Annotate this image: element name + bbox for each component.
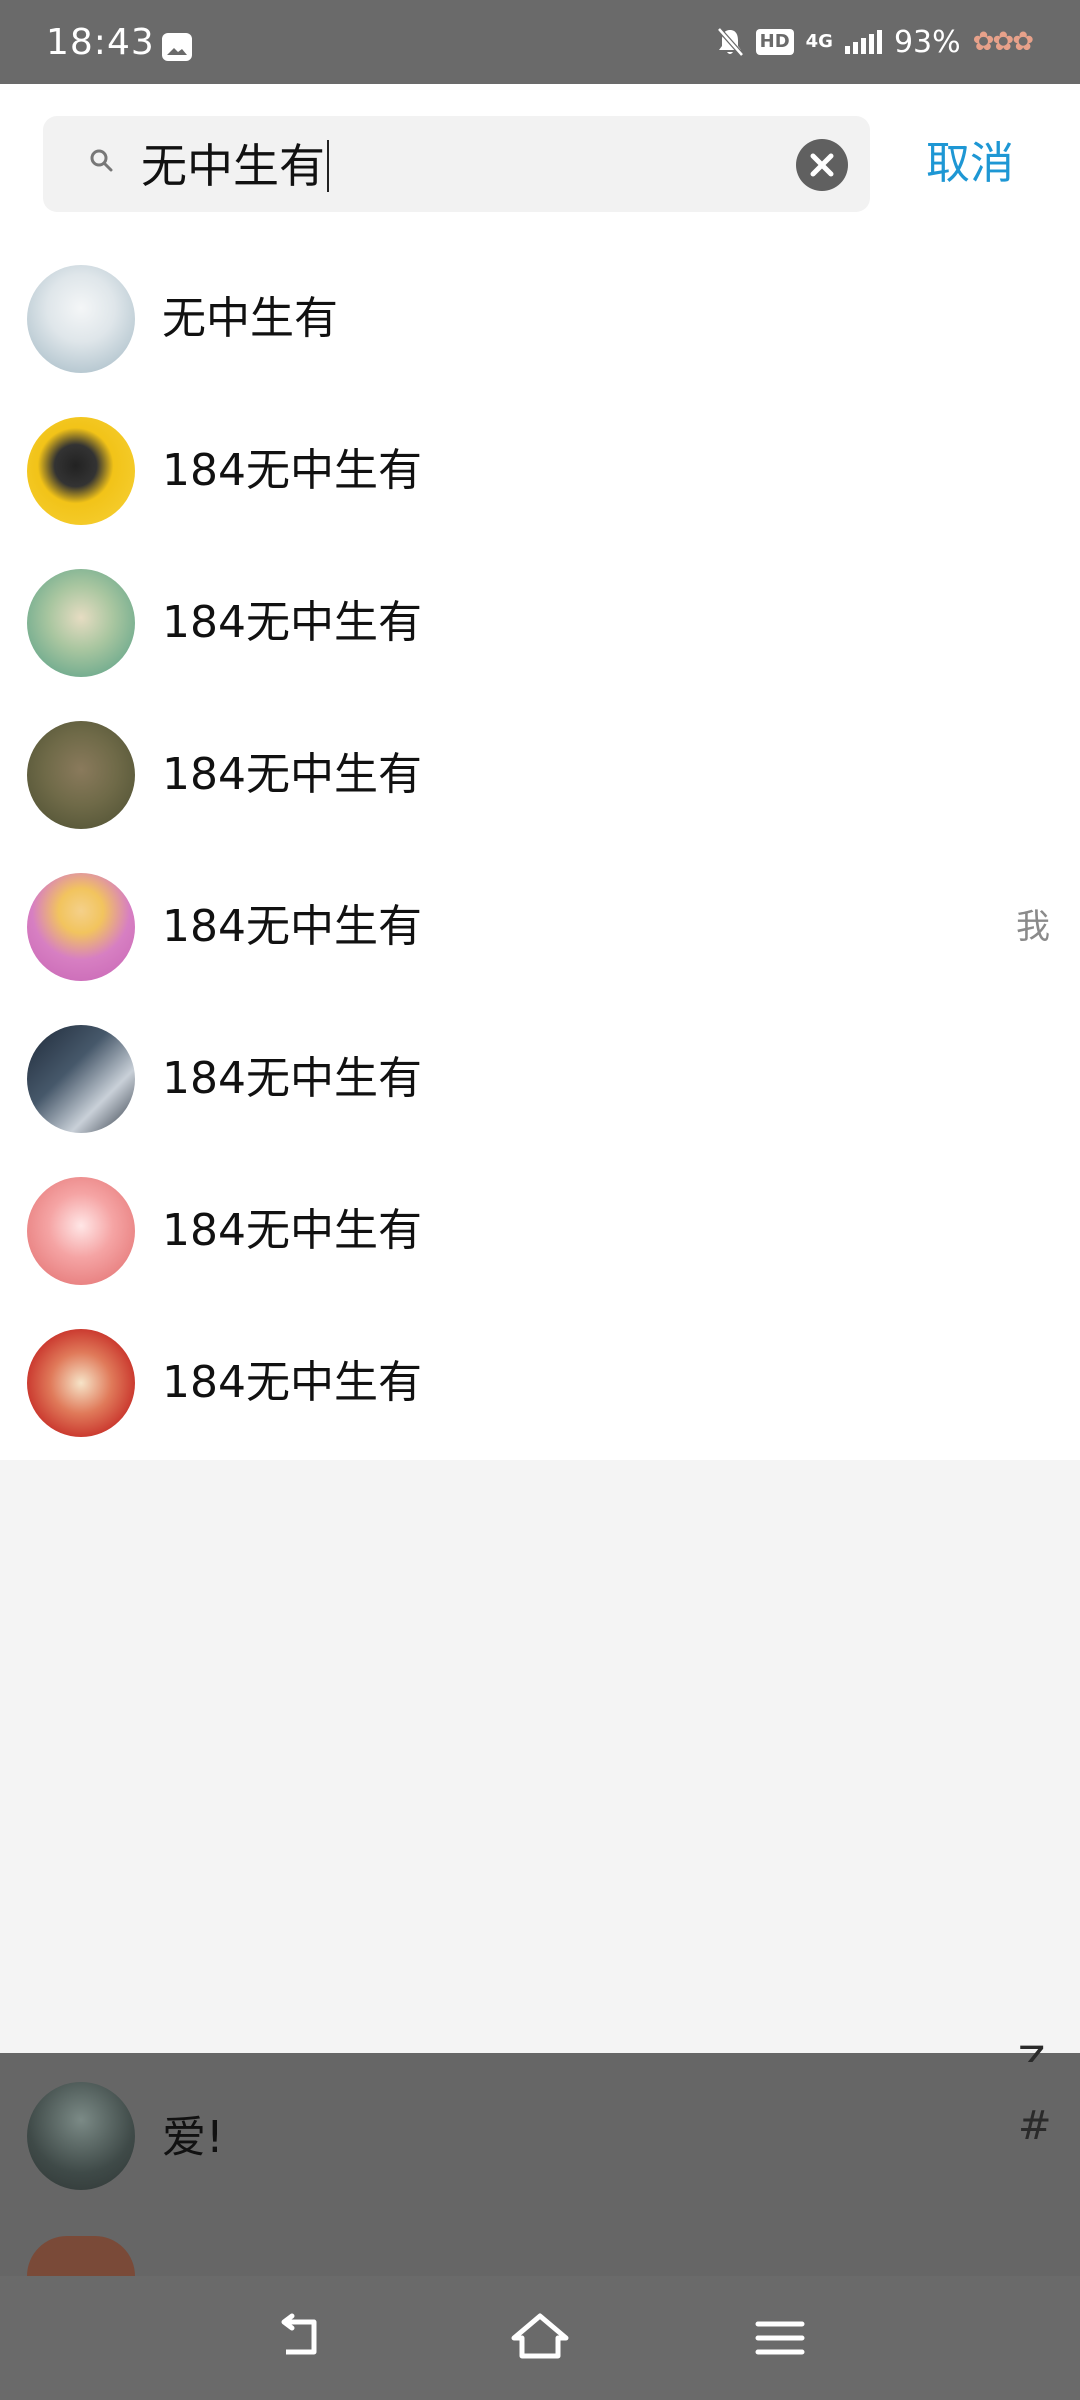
contact-name: 184无中生有 <box>162 1053 422 1104</box>
list-item[interactable]: 184无中生有 <box>0 1156 1080 1308</box>
list-item[interactable]: 184无中生有 <box>0 700 1080 852</box>
contact-name: 184无中生有 <box>162 901 422 952</box>
list-item[interactable]: 184无中生有 <box>0 1308 1080 1460</box>
search-input[interactable]: 无中生有 <box>43 116 870 212</box>
search-icon <box>90 149 113 172</box>
status-time: 18:43 <box>46 22 155 63</box>
network-type: 4G <box>805 31 833 52</box>
search-header: 无中生有 取消 <box>0 84 1080 244</box>
contact-name: 爱! <box>162 2112 224 2163</box>
clear-search-button[interactable] <box>796 139 848 191</box>
avatar <box>27 2082 135 2190</box>
contact-name: 184无中生有 <box>162 1205 422 1256</box>
battery-level: 93% <box>893 24 961 60</box>
cancel-button[interactable]: 取消 <box>926 138 1014 190</box>
avatar <box>27 1025 135 1133</box>
contact-name: 无中生有 <box>162 293 338 344</box>
status-bar: 18:43 HD 4G 93% ✿✿✿ <box>0 0 1080 84</box>
list-item[interactable]: 无中生有 <box>0 244 1080 396</box>
search-query-text: 无中生有 <box>141 140 329 192</box>
contact-name: 184无中生有 <box>162 597 422 648</box>
contact-name: 184无中生有 <box>162 1357 422 1408</box>
avatar <box>27 873 135 981</box>
navigation-bar <box>0 2276 1080 2400</box>
contact-name: 184无中生有 <box>162 749 422 800</box>
screen: 18:43 HD 4G 93% ✿✿✿ 无中生有 取消 无中生有 184无中生有… <box>0 0 1080 2400</box>
home-icon[interactable] <box>508 2306 572 2370</box>
gallery-icon <box>162 33 192 61</box>
close-icon <box>810 153 834 177</box>
avatar <box>27 569 135 677</box>
hd-icon: HD <box>755 29 794 55</box>
list-item[interactable]: 184无中生有 <box>0 1004 1080 1156</box>
menu-icon[interactable] <box>748 2306 812 2370</box>
avatar <box>27 417 135 525</box>
text-caret <box>327 140 329 192</box>
contact-name: 184无中生有 <box>162 445 422 496</box>
index-letter[interactable]: # <box>1018 2104 1052 2148</box>
avatar <box>27 265 135 373</box>
avatar <box>27 1329 135 1437</box>
search-results-list: 无中生有 184无中生有 184无中生有 184无中生有 184无中生有 我 1… <box>0 244 1080 1460</box>
avatar <box>27 1177 135 1285</box>
list-item[interactable]: 184无中生有 <box>0 548 1080 700</box>
back-icon[interactable] <box>268 2306 332 2370</box>
list-item[interactable]: 184无中生有 我 <box>0 852 1080 1004</box>
status-icons: HD 4G 93% ✿✿✿ <box>716 22 1034 62</box>
mute-bell-icon <box>716 27 744 57</box>
contact-tag: 我 <box>1016 907 1050 947</box>
avatar <box>27 721 135 829</box>
decorative-flower-icon: ✿✿✿ <box>972 27 1034 57</box>
index-letter[interactable]: Z <box>1018 2040 1045 2062</box>
list-item[interactable]: 184无中生有 <box>0 396 1080 548</box>
signal-icon <box>844 30 882 54</box>
